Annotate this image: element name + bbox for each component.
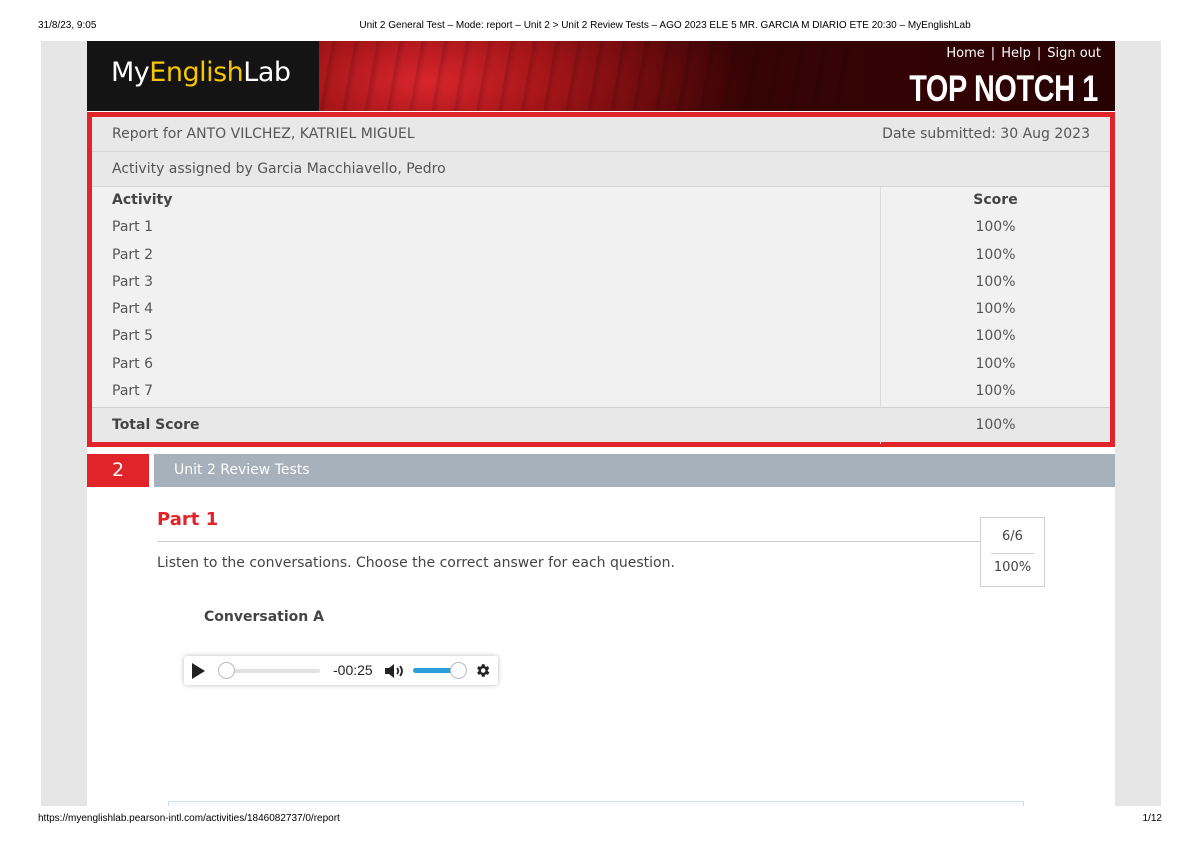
- volume-handle[interactable]: [450, 662, 467, 679]
- unit-number-badge: 2: [87, 454, 149, 487]
- print-page-number: 1/12: [1142, 813, 1162, 824]
- link-separator: |: [1036, 46, 1042, 61]
- sign-out-link[interactable]: Sign out: [1047, 46, 1101, 61]
- row-activity: Part 6: [112, 355, 153, 372]
- unit-title-bar[interactable]: Unit 2 Review Tests: [154, 454, 1115, 487]
- table-row: Part 3 100%: [92, 269, 1110, 296]
- print-url: https://myenglishlab.pearson-intl.com/ac…: [38, 813, 340, 824]
- row-activity: Part 4: [112, 301, 153, 318]
- seek-track[interactable]: [224, 669, 320, 673]
- part-score-box: 6/6 100%: [980, 517, 1045, 587]
- play-icon[interactable]: [192, 663, 205, 679]
- report-date: Date submitted: 30 Aug 2023: [882, 126, 1090, 142]
- assigned-by: Activity assigned by Garcia Macchiavello…: [112, 161, 446, 177]
- table-row: Part 2 100%: [92, 242, 1110, 269]
- row-score: 100%: [975, 355, 1016, 372]
- row-score: 100%: [975, 273, 1016, 290]
- question-container: [168, 801, 1024, 806]
- row-activity: Part 2: [112, 246, 153, 263]
- top-nav-links: Home | Help | Sign out: [946, 46, 1101, 61]
- logo-area[interactable]: MyEnglishLab: [87, 41, 319, 111]
- audio-player: -00:25: [184, 656, 498, 685]
- conversation-label: Conversation A: [204, 609, 324, 625]
- help-link[interactable]: Help: [1001, 46, 1031, 61]
- column-header-score: Score: [973, 192, 1018, 208]
- print-header: 31/8/23, 9:05 Unit 2 General Test – Mode…: [0, 20, 1200, 34]
- part-instructions: Listen to the conversations. Choose the …: [157, 555, 675, 571]
- gear-icon[interactable]: [474, 662, 491, 679]
- seek-handle[interactable]: [218, 662, 235, 679]
- part-title: Part 1: [157, 509, 219, 530]
- product-title: TOP NOTCH 1: [909, 68, 1098, 109]
- volume-icon[interactable]: [384, 663, 406, 679]
- row-score: 100%: [975, 219, 1016, 236]
- part-score-fraction: 6/6: [1002, 529, 1023, 544]
- part-score-percent: 100%: [993, 560, 1032, 575]
- logo-accent: English: [149, 57, 244, 88]
- row-score: 100%: [975, 328, 1016, 345]
- print-footer: https://myenglishlab.pearson-intl.com/ac…: [0, 813, 1200, 827]
- row-activity: Part 1: [112, 219, 153, 236]
- total-value: 100%: [975, 417, 1016, 433]
- row-activity: Part 7: [112, 383, 153, 400]
- page-content: MyEnglishLab Home | Help | Sign out TOP NOTC…: [87, 41, 1115, 806]
- logo-suffix: Lab: [243, 57, 291, 88]
- table-row: Part 6 100%: [92, 351, 1110, 378]
- table-row: Part 7 100%: [92, 378, 1110, 405]
- total-label: Total Score: [112, 417, 200, 433]
- myenglishlab-logo[interactable]: MyEnglishLab: [111, 57, 291, 88]
- total-score-row: Total Score 100%: [92, 407, 1110, 442]
- row-activity: Part 3: [112, 273, 153, 290]
- report-header: Report for ANTO VILCHEZ, KATRIEL MIGUEL …: [92, 117, 1110, 152]
- table-row: Part 5 100%: [92, 323, 1110, 350]
- score-table: Activity Score Part 1 100% Part 2 100% P…: [92, 187, 1110, 405]
- row-activity: Part 5: [112, 328, 153, 345]
- table-row: Part 1 100%: [92, 214, 1110, 241]
- print-title: Unit 2 General Test – Mode: report – Uni…: [359, 20, 971, 31]
- report-summary: Report for ANTO VILCHEZ, KATRIEL MIGUEL …: [87, 112, 1115, 447]
- link-separator: |: [990, 46, 996, 61]
- row-score: 100%: [975, 383, 1016, 400]
- home-link[interactable]: Home: [946, 46, 984, 61]
- table-row: Part 4 100%: [92, 296, 1110, 323]
- column-header-activity: Activity: [112, 192, 173, 208]
- score-divider: [991, 553, 1034, 554]
- report-student: Report for ANTO VILCHEZ, KATRIEL MIGUEL: [112, 126, 415, 142]
- part-divider: [157, 541, 981, 542]
- row-score: 100%: [975, 246, 1016, 263]
- browser-viewport: MyEnglishLab Home | Help | Sign out TOP NOTC…: [41, 41, 1161, 806]
- logo-prefix: My: [111, 57, 150, 88]
- unit-title: Unit 2 Review Tests: [174, 462, 310, 478]
- header-banner: MyEnglishLab Home | Help | Sign out TOP NOTC…: [87, 41, 1115, 111]
- report-assigned: Activity assigned by Garcia Macchiavello…: [92, 152, 1110, 187]
- table-header: Activity Score: [92, 187, 1110, 214]
- time-remaining: -00:25: [333, 662, 373, 678]
- row-score: 100%: [975, 301, 1016, 318]
